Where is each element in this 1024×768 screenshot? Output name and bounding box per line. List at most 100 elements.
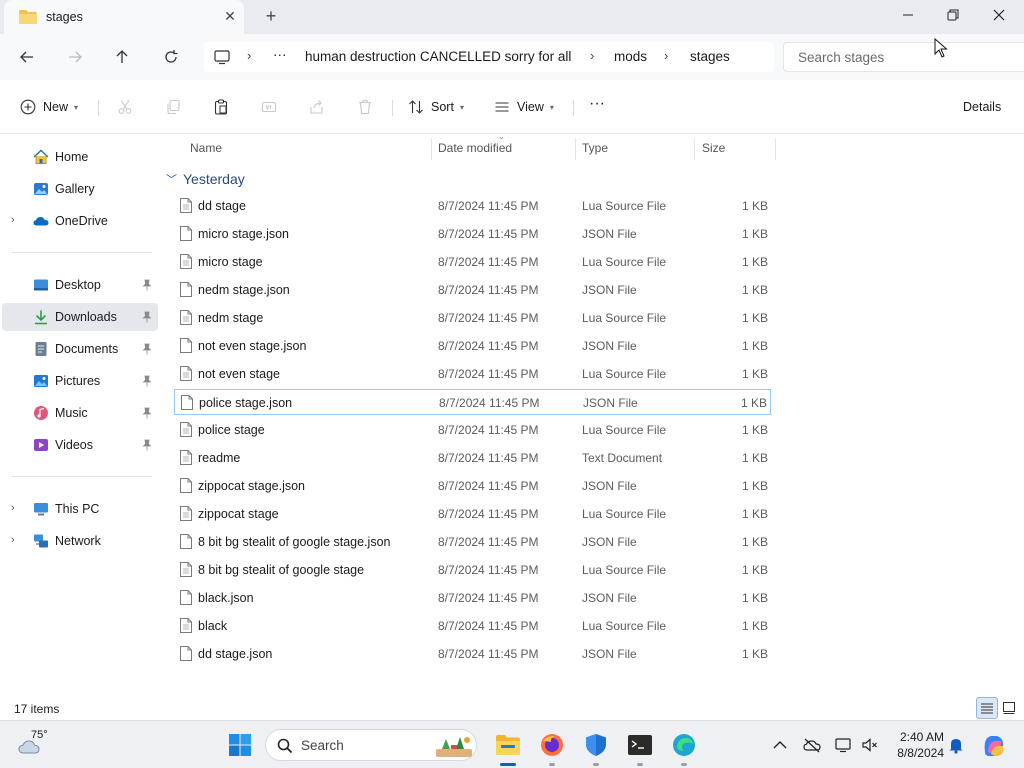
column-header-name[interactable]: Name (184, 138, 432, 160)
large-icons-view-button[interactable] (998, 697, 1020, 719)
file-row[interactable]: 8 bit bg stealit of google stage.json 8/7… (174, 529, 771, 555)
sort-button[interactable]: Sort ▾ (408, 96, 464, 118)
refresh-button[interactable] (160, 46, 182, 68)
sidebar-item-music[interactable]: Music (2, 399, 158, 427)
sidebar-item-gallery[interactable]: Gallery (2, 175, 158, 203)
share-button[interactable] (306, 96, 328, 118)
file-row[interactable]: not even stage 8/7/2024 11:45 PM Lua Sourc… (174, 361, 771, 387)
sidebar-item-pictures[interactable]: Pictures (2, 367, 158, 395)
sidebar-item-home[interactable]: Home (2, 143, 158, 171)
weather-widget[interactable]: 75° (16, 729, 56, 761)
taskbar-security[interactable] (582, 731, 610, 759)
sidebar-item-documents[interactable]: Documents (2, 335, 158, 363)
view-button[interactable]: View ▾ (494, 96, 554, 118)
column-header-type[interactable]: Type (576, 138, 695, 160)
expand-chevron-icon[interactable]: › (11, 534, 15, 546)
file-type: JSON File (582, 227, 637, 241)
onedrive-tray[interactable] (802, 735, 822, 755)
chevron-right-icon[interactable]: › (247, 48, 251, 63)
delete-button[interactable] (354, 96, 376, 118)
paste-button[interactable] (210, 96, 232, 118)
chevron-right-icon[interactable]: › (590, 48, 594, 63)
search-icon (277, 738, 293, 754)
column-header-size[interactable]: Size (695, 138, 776, 160)
column-header-date[interactable]: Date modified (432, 138, 576, 160)
breadcrumb-item-parent[interactable]: human destruction CANCELLED sorry for al… (305, 49, 571, 64)
sidebar-item-network[interactable]: › Network (2, 527, 158, 555)
up-button[interactable] (111, 46, 133, 68)
rename-button[interactable] (258, 96, 280, 118)
file-row[interactable]: zippocat stage.json 8/7/2024 11:45 PM JSON… (174, 473, 771, 499)
sidebar-item-label: Documents (55, 342, 119, 356)
arrow-up-icon (116, 50, 128, 63)
windows-logo-icon (229, 734, 251, 756)
start-button[interactable] (226, 731, 254, 759)
file-row[interactable]: zippocat stage 8/7/2024 11:45 PM Lua Sourc… (174, 501, 771, 527)
file-type: Lua Source File (582, 311, 667, 325)
file-row[interactable]: not even stage.json 8/7/2024 11:45 PM JSON… (174, 333, 771, 359)
more-options-button[interactable]: ··· (589, 93, 605, 115)
cut-button[interactable] (114, 96, 136, 118)
file-row[interactable]: black 8/7/2024 11:45 PM Lua Source File 1 K… (174, 613, 771, 639)
file-row[interactable]: police stage 8/7/2024 11:45 PM Lua Source … (174, 417, 771, 443)
sidebar-item-videos[interactable]: Videos (2, 431, 158, 459)
breadcrumb-overflow[interactable]: ··· (273, 47, 287, 62)
file-row[interactable]: dd stage.json 8/7/2024 11:45 PM JSON File 1… (174, 641, 771, 667)
breadcrumb[interactable]: › ··· human destruction CANCELLED sorry … (204, 42, 774, 72)
taskbar-edge[interactable] (670, 731, 698, 759)
copilot-button[interactable] (980, 731, 1008, 759)
pin-icon (142, 439, 152, 451)
this-pc-icon (34, 503, 48, 516)
file-row[interactable]: micro stage.json 8/7/2024 11:45 PM JSON Fi… (174, 221, 771, 247)
file-size: 1 KB (741, 591, 768, 605)
file-row[interactable]: dd stage 8/7/2024 11:45 PM Lua Source File… (174, 193, 771, 219)
sidebar-item-downloads[interactable]: Downloads (2, 303, 158, 331)
close-tab-icon[interactable]: ✕ (222, 8, 238, 24)
taskbar-firefox[interactable] (538, 731, 566, 759)
file-size: 1 KB (741, 619, 768, 633)
file-date-modified: 8/7/2024 11:45 PM (438, 255, 539, 269)
file-name: police stage (198, 423, 265, 437)
file-row[interactable]: police stage.json 8/7/2024 11:45 PM JSON F… (174, 389, 771, 415)
arrow-right-icon (69, 51, 82, 63)
file-row[interactable]: readme 8/7/2024 11:45 PM Text Document 1 KB (174, 445, 771, 471)
sidebar-item-desktop[interactable]: Desktop (2, 271, 158, 299)
taskbar-file-explorer[interactable] (494, 731, 522, 759)
file-row[interactable]: black.json 8/7/2024 11:45 PM JSON File 1 KB (174, 585, 771, 611)
minimize-button[interactable] (896, 5, 920, 25)
file-row[interactable]: 8 bit bg stealit of google stage 8/7/2024… (174, 557, 771, 583)
tab-stages[interactable]: stages ✕ (4, 0, 244, 34)
restore-button[interactable] (941, 5, 965, 25)
details-button[interactable]: Details (963, 96, 1001, 118)
breadcrumb-item-mods[interactable]: mods (614, 49, 647, 64)
monitor-icon[interactable] (214, 49, 230, 65)
display-tray[interactable] (834, 735, 854, 755)
sidebar-item-onedrive[interactable]: › OneDrive (2, 207, 158, 235)
new-button[interactable]: New ▾ (20, 96, 78, 118)
new-tab-button[interactable]: + (262, 7, 280, 25)
back-button[interactable] (16, 46, 38, 68)
notifications-button[interactable] (946, 735, 966, 755)
sidebar-item-this-pc[interactable]: › This PC (2, 495, 158, 523)
taskbar-terminal[interactable] (626, 731, 654, 759)
close-window-button[interactable] (987, 5, 1011, 25)
details-view-button[interactable] (976, 697, 998, 719)
expand-chevron-icon[interactable]: › (11, 502, 15, 514)
system-clock[interactable]: 2:40 AM 8/8/2024 (880, 729, 944, 761)
show-hidden-icons-button[interactable] (770, 735, 790, 755)
active-indicator (500, 763, 516, 766)
forward-button[interactable] (64, 46, 86, 68)
file-row[interactable]: nedm stage 8/7/2024 11:45 PM Lua Source Fi… (174, 305, 771, 331)
file-row[interactable]: nedm stage.json 8/7/2024 11:45 PM JSON Fil… (174, 277, 771, 303)
breadcrumb-item-stages[interactable]: stages (690, 49, 730, 64)
chevron-right-icon[interactable]: › (664, 48, 668, 63)
group-header-yesterday[interactable]: ﹀ Yesterday (166, 169, 245, 189)
taskbar-search[interactable]: Search (265, 729, 477, 761)
copy-button[interactable] (162, 96, 184, 118)
expand-chevron-icon[interactable]: › (11, 214, 15, 226)
search-input[interactable]: Search stages (783, 42, 1024, 72)
volume-tray[interactable] (860, 735, 880, 755)
monitor-network-icon (835, 738, 851, 753)
file-row[interactable]: micro stage 8/7/2024 11:45 PM Lua Source F… (174, 249, 771, 275)
collapse-chevron-icon[interactable]: ﹀ (166, 171, 177, 187)
